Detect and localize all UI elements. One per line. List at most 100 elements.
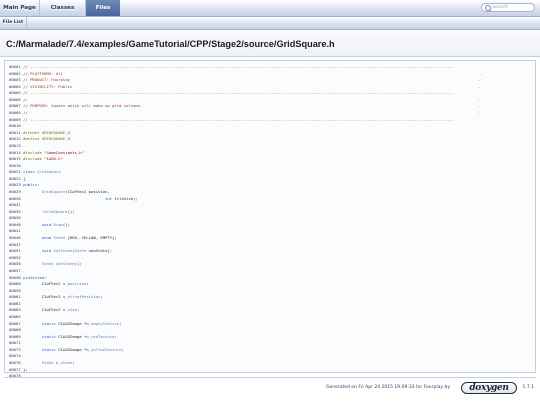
line-number[interactable]: 00074: [9, 353, 23, 358]
code-link[interactable]: m_size: [63, 307, 77, 312]
code-link[interactable]: Draw: [54, 222, 63, 227]
line-number[interactable]: 00041: [9, 228, 23, 233]
line-number[interactable]: 00005: [9, 90, 23, 95]
line-number[interactable]: 00047: [9, 242, 23, 247]
code-line: 00060 CIwFVec2 m_position;: [9, 281, 482, 288]
code-link[interactable]: m_redTexture: [86, 334, 114, 339]
line-number[interactable]: 00062: [9, 301, 23, 306]
line-number[interactable]: 00016: [9, 163, 23, 168]
code-link[interactable]: m_yellowTexture: [86, 347, 121, 352]
code-token: protected: [23, 274, 45, 280]
code-lines: 00001 // -------------------------------…: [9, 64, 482, 386]
line-number[interactable]: 00046: [9, 235, 23, 240]
line-number[interactable]: 00004: [9, 84, 23, 89]
line-number[interactable]: 00001: [9, 64, 23, 69]
line-number[interactable]: 00065: [9, 314, 23, 319]
code-line: 00076 State m_state;: [9, 360, 482, 367]
line-number[interactable]: 00010: [9, 123, 23, 128]
code-link[interactable]: State: [75, 248, 87, 253]
code-link[interactable]: State: [54, 235, 66, 240]
search-box[interactable]: Search: [481, 3, 535, 12]
line-number[interactable]: 00009: [9, 117, 23, 122]
line-number[interactable]: 00052: [9, 255, 23, 260]
line-number[interactable]: 00014: [9, 150, 23, 155]
line-number[interactable]: 00022: [9, 176, 23, 181]
code-line: 00061 CIwFVec2 m_offsetPosition;: [9, 294, 482, 301]
code-token: #ifndef GRIDSQUARE_H: [23, 129, 70, 135]
code-link[interactable]: m_emptyTexture: [86, 321, 119, 326]
line-number[interactable]: 00067: [9, 321, 23, 326]
line-number[interactable]: 00035: [9, 209, 23, 214]
tab-file-list[interactable]: File List: [0, 17, 27, 29]
code-link[interactable]: State: [42, 360, 54, 365]
line-number[interactable]: 00069: [9, 334, 23, 339]
line-number[interactable]: 00031: [9, 202, 23, 207]
code-token: ();: [67, 208, 75, 214]
line-number[interactable]: 00013: [9, 143, 23, 148]
code-line: 00065: [9, 314, 482, 321]
code-token: ;: [72, 360, 75, 366]
line-number[interactable]: 00056: [9, 261, 23, 266]
code-link[interactable]: ~GridSquare: [42, 209, 68, 214]
line-number[interactable]: 00002: [9, 71, 23, 76]
code-token: #include: [23, 156, 45, 162]
line-number[interactable]: 00063: [9, 307, 23, 312]
code-token: // PURPOSE: Square which will make up gr…: [23, 103, 480, 109]
line-number[interactable]: 00073: [9, 347, 23, 352]
code-token: "GameConstants.h": [44, 149, 84, 155]
code-link[interactable]: m_state: [56, 360, 72, 365]
line-number[interactable]: 00077: [9, 367, 23, 372]
main-tab-bar: Main Page Classes Files Search: [0, 0, 540, 17]
line-number[interactable]: 00040: [9, 222, 23, 227]
sub-tab-bar: File List: [0, 17, 540, 30]
line-number[interactable]: 00006: [9, 97, 23, 102]
code-token: {RED, YELLOW, EMPTY};: [65, 235, 117, 241]
line-number[interactable]: 00071: [9, 340, 23, 345]
code-token: CIwFVec2: [23, 294, 63, 300]
line-number[interactable]: 00029: [9, 189, 23, 194]
code-link[interactable]: m_offsetPosition: [63, 294, 100, 299]
line-number[interactable]: 00059: [9, 288, 23, 293]
tab-main-page[interactable]: Main Page: [0, 0, 40, 16]
line-number[interactable]: 00023: [9, 182, 23, 187]
tab-files[interactable]: Files: [86, 0, 120, 16]
line-number[interactable]: 00058: [9, 275, 23, 280]
code-link[interactable]: GridSquare: [42, 189, 65, 194]
line-number[interactable]: 00060: [9, 281, 23, 286]
code-line: 00051 void SetState(State newState);: [9, 248, 482, 255]
code-token: CIwFVec2: [23, 281, 63, 287]
code-link[interactable]: SetState: [54, 248, 73, 253]
tab-classes[interactable]: Classes: [40, 0, 86, 16]
line-number[interactable]: 00036: [9, 215, 23, 220]
line-number[interactable]: 00068: [9, 327, 23, 332]
code-line: 00067 static CIw2DImage *m_emptyTexture;: [9, 321, 482, 328]
code-link[interactable]: m_position: [63, 281, 86, 286]
line-number[interactable]: 00003: [9, 77, 23, 82]
code-line: 00056 State GetState();: [9, 261, 482, 268]
doxygen-logo[interactable]: doxygen: [461, 382, 517, 394]
line-number[interactable]: 00051: [9, 248, 23, 253]
line-number[interactable]: 00011: [9, 130, 23, 135]
line-number[interactable]: 00076: [9, 360, 23, 365]
code-line: 00046 enum State {RED, YELLOW, EMPTY};: [9, 235, 482, 242]
line-number[interactable]: 00015: [9, 156, 23, 161]
code-link[interactable]: GridSquare: [37, 169, 60, 174]
code-line: 00030 int tileSize);: [9, 196, 482, 203]
code-token: ;: [76, 307, 80, 313]
code-line: 00058 protected:: [9, 275, 482, 282]
code-token: void: [41, 248, 52, 254]
line-number[interactable]: 00021: [9, 169, 23, 174]
code-link[interactable]: GetState: [56, 261, 75, 266]
line-number[interactable]: 00030: [9, 196, 23, 201]
line-number[interactable]: 00057: [9, 268, 23, 273]
line-number[interactable]: 00007: [9, 103, 23, 108]
code-link[interactable]: State: [42, 261, 54, 266]
line-number[interactable]: 00008: [9, 110, 23, 115]
code-token: ;: [119, 320, 122, 326]
code-line: 00007 // PURPOSE: Square which will make…: [9, 103, 482, 110]
line-number[interactable]: 00061: [9, 294, 23, 299]
line-number[interactable]: 00012: [9, 136, 23, 141]
code-token: ();: [62, 221, 70, 227]
